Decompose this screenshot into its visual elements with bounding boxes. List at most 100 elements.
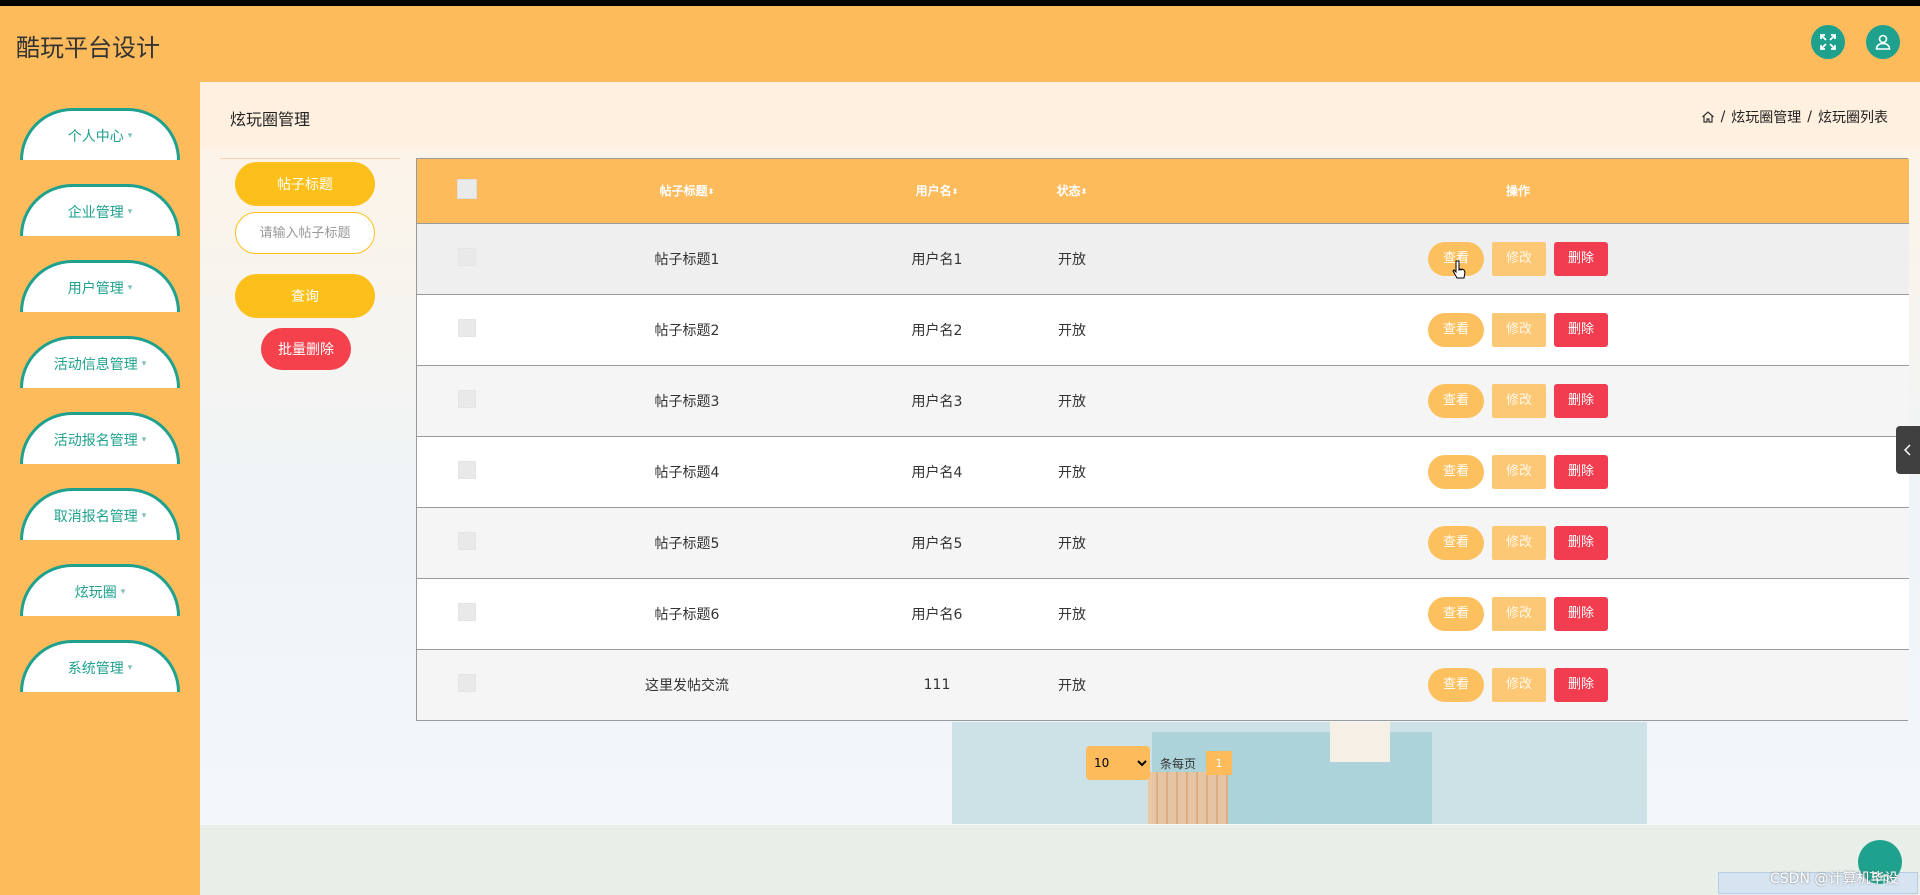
sidebar-item-label: 炫玩圈 [74,584,117,601]
sort-icon: ⬍ [1080,187,1088,197]
table-row: 帖子标题6 用户名6 开放 查看 修改 删除 [417,578,1909,649]
sidebar-item-activity-info[interactable]: 活动信息管理 ▾ [20,336,180,388]
row-checkbox[interactable] [458,389,476,408]
sort-icon: ⬍ [951,187,959,197]
cell-user: 用户名1 [911,251,963,268]
edit-button[interactable]: 修改 [1491,312,1546,347]
app-title: 酷玩平台设计 [16,34,160,62]
search-input[interactable] [243,224,367,242]
sort-icon: ⬍ [707,187,715,197]
sidebar-item-users[interactable]: 用户管理 ▾ [20,260,180,312]
sidebar-item-label: 活动报名管理 [53,432,138,449]
background-illustration [1330,722,1390,762]
delete-button[interactable]: 删除 [1554,454,1609,489]
row-checkbox[interactable] [458,318,476,337]
row-checkbox[interactable] [458,531,476,550]
cell-status: 开放 [1058,322,1086,339]
table-row: 这里发帖交流 111 开放 查看 修改 删除 [417,649,1909,720]
view-button[interactable]: 查看 [1427,383,1484,418]
chevron-down-icon: ▾ [127,662,133,673]
breadcrumb-item: 炫玩圈列表 [1818,110,1888,126]
divider [220,158,400,159]
chevron-down-icon: ▾ [127,130,133,141]
view-button[interactable]: 查看 [1427,525,1484,560]
cell-user: 用户名6 [911,606,963,623]
delete-button[interactable]: 删除 [1554,525,1609,560]
sidebar-item-cancel-signup[interactable]: 取消报名管理 ▾ [20,488,180,540]
sidebar-item-cool-circle[interactable]: 炫玩圈 ▾ [20,564,180,616]
chevron-down-icon: ▾ [127,282,133,293]
chevron-left-icon [1904,444,1911,456]
sidebar-item-personal-center[interactable]: 个人中心 ▾ [20,108,180,160]
delete-button[interactable]: 删除 [1554,241,1609,276]
breadcrumb-separator: / [1807,109,1812,125]
fullscreen-button[interactable] [1811,25,1845,59]
query-button[interactable]: 查询 [235,274,375,318]
side-collapse-tab[interactable] [1896,426,1920,474]
breadcrumb-item[interactable]: 炫玩圈管理 [1731,107,1801,127]
page-size-select[interactable]: 10 [1086,746,1150,780]
cell-status: 开放 [1058,677,1086,694]
cell-user: 111 [923,676,951,693]
sidebar-item-system[interactable]: 系统管理 ▾ [20,640,180,692]
cell-status: 开放 [1058,606,1086,623]
delete-button[interactable]: 删除 [1554,596,1609,631]
delete-button[interactable]: 删除 [1554,667,1609,702]
table-row: 帖子标题2 用户名2 开放 查看 修改 删除 [417,294,1909,365]
search-input-wrapper [235,212,375,254]
cell-title: 帖子标题1 [654,251,720,268]
cell-user: 用户名5 [911,535,963,552]
cell-user: 用户名3 [911,393,963,410]
user-button[interactable] [1866,25,1900,59]
chevron-down-icon: ▾ [141,510,147,521]
column-header-user[interactable]: 用户名⬍ [857,159,1017,223]
chevron-down-icon: ▾ [141,358,147,369]
column-header-status[interactable]: 状态⬍ [1017,159,1127,223]
breadcrumb-separator: / [1720,109,1726,125]
watermark: CSDN @计算机毕设 [1770,871,1899,887]
select-all-checkbox[interactable] [457,179,477,200]
row-checkbox[interactable] [458,247,476,266]
table-row: 帖子标题1 用户名1 开放 查看 修改 删除 [417,223,1909,294]
view-button[interactable]: 查看 [1427,596,1484,631]
cell-title: 帖子标题6 [654,606,720,623]
edit-button[interactable]: 修改 [1491,525,1546,560]
breadcrumb: / 炫玩圈管理 / 炫玩圈列表 [1701,107,1888,127]
view-button[interactable]: 查看 [1427,312,1484,347]
cell-title: 帖子标题4 [654,464,720,481]
cell-status: 开放 [1058,535,1086,552]
delete-button[interactable]: 删除 [1554,383,1609,418]
edit-button[interactable]: 修改 [1491,596,1546,631]
sidebar-item-label: 取消报名管理 [53,508,138,525]
edit-button[interactable]: 修改 [1491,383,1546,418]
batch-delete-button[interactable]: 批量删除 [261,328,351,370]
edit-button[interactable]: 修改 [1491,241,1546,276]
sidebar-item-enterprise[interactable]: 企业管理 ▾ [20,184,180,236]
home-icon[interactable] [1701,110,1715,124]
row-checkbox[interactable] [458,460,476,479]
sidebar-item-label: 活动信息管理 [53,356,138,373]
cell-title: 帖子标题3 [654,393,720,410]
cell-status: 开放 [1058,251,1086,268]
row-checkbox[interactable] [458,673,476,692]
sidebar-item-label: 个人中心 [67,128,124,145]
sidebar-item-activity-signup[interactable]: 活动报名管理 ▾ [20,412,180,464]
cell-title: 帖子标题2 [654,322,720,339]
delete-button[interactable]: 删除 [1554,312,1609,347]
edit-button[interactable]: 修改 [1491,667,1546,702]
row-checkbox[interactable] [458,602,476,621]
edit-button[interactable]: 修改 [1491,454,1546,489]
view-button[interactable]: 查看 [1427,667,1484,702]
sidebar: 个人中心 ▾ 企业管理 ▾ 用户管理 ▾ 活动信息管理 ▾ 活动报名管理 ▾ 取消报名管理… [0,82,200,895]
cell-title: 帖子标题5 [654,535,720,552]
column-header-title[interactable]: 帖子标题⬍ [517,159,857,223]
view-button[interactable]: 查看 [1427,454,1484,489]
cell-user: 用户名2 [911,322,963,339]
table-row: 帖子标题4 用户名4 开放 查看 修改 删除 [417,436,1909,507]
main-content: 炫玩圈管理 / 炫玩圈管理 / 炫玩圈列表 帖子标题 查询 批量删除 [200,82,1920,895]
mouse-pointer-icon [1452,260,1466,279]
data-table: 帖子标题⬍ 用户名⬍ 状态⬍ 操作 帖子标题1 用户名1 开放 查看修改删除 [416,158,1909,721]
table-row: 帖子标题3 用户名3 开放 查看 修改 删除 [417,365,1909,436]
page-number-current[interactable]: 1 [1206,751,1233,775]
page-title-bar: 炫玩圈管理 / 炫玩圈管理 / 炫玩圈列表 [200,82,1920,148]
